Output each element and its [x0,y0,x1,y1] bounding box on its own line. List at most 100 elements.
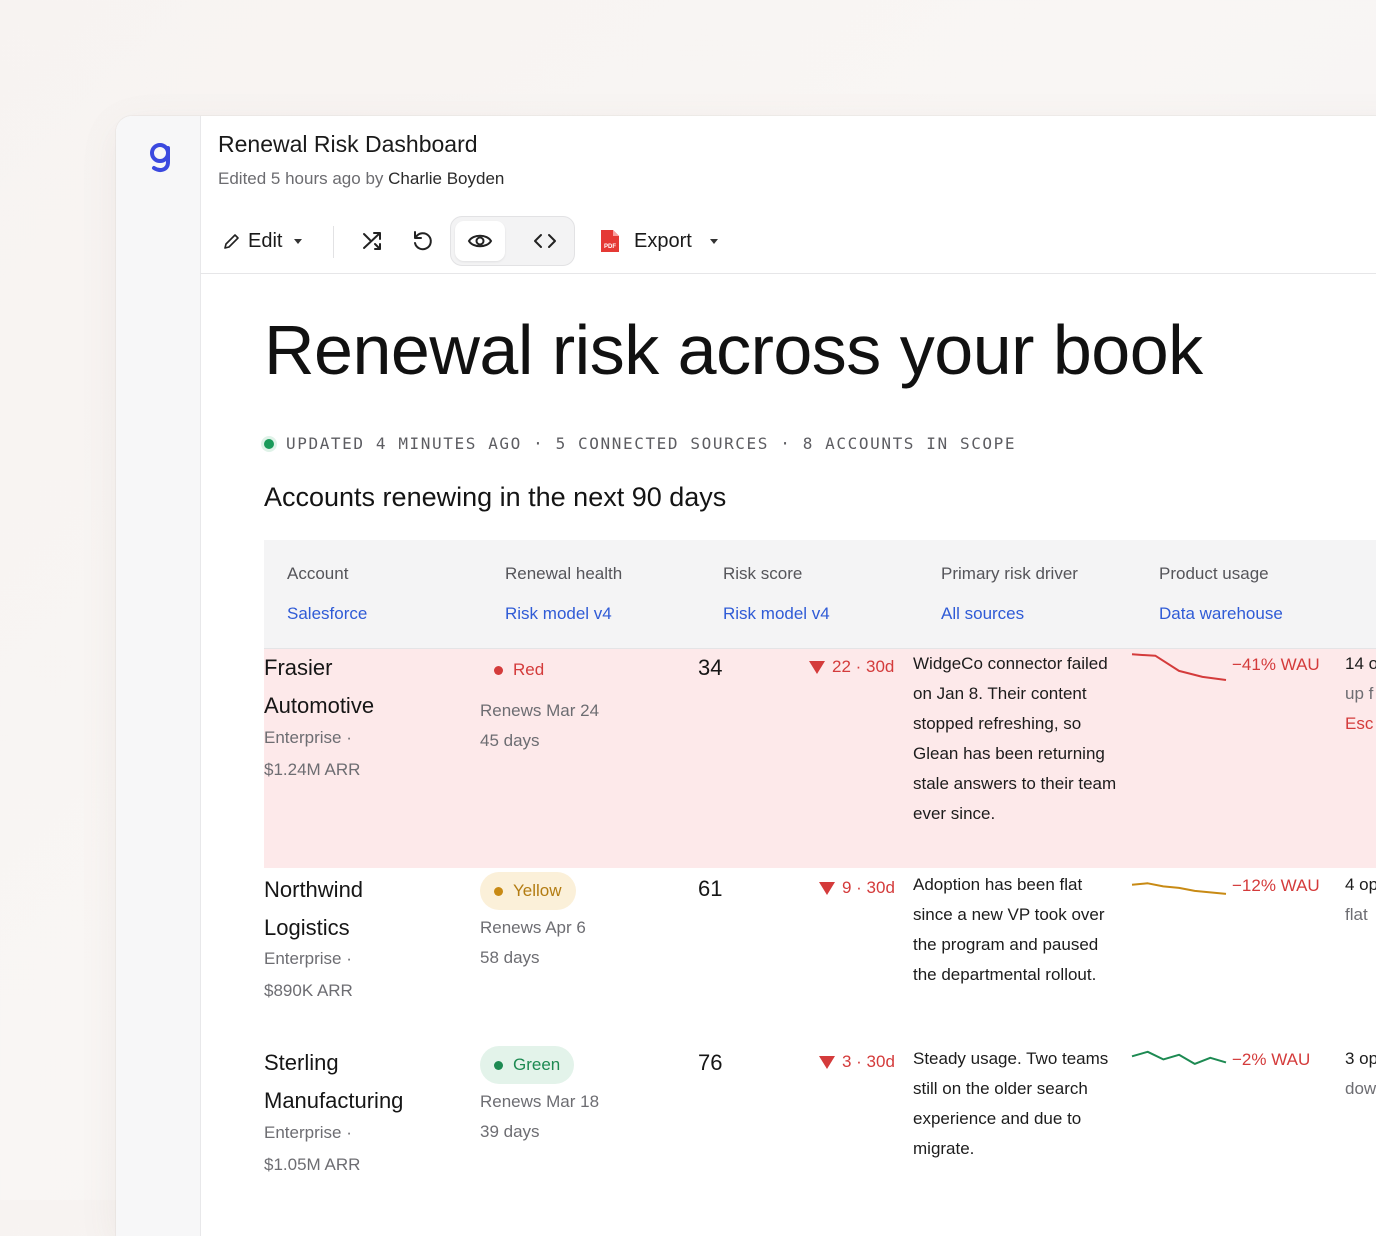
status-dot [494,665,503,675]
usage-sparkline [1131,1050,1227,1065]
usage-detail-line: 4 op [1345,875,1376,894]
column-source-link[interactable]: Data warehouse [1159,604,1283,624]
sparkline-path [1131,653,1227,681]
down-triangle-icon [819,1055,835,1069]
table-row[interactable]: Northwind Logistics Enterprise · $890K A… [264,869,1376,1041]
usage-sparkline [1131,653,1227,681]
table-row[interactable]: Sterling Manufacturing Enterprise · $1.0… [264,1042,1376,1202]
usage-sparkline [1131,882,1227,895]
risk-delta-value: 3 · 30d [842,1052,895,1071]
pdf-file-icon: PDF [601,230,619,252]
wau-change: −41% WAU [1232,655,1320,674]
health-badge: Green [480,1046,575,1084]
chevron-down-icon [709,238,718,244]
risk-delta: 22 · 30d [809,657,894,677]
page-title: Renewal risk across your book [264,311,1203,389]
account-arr: $890K ARR [264,981,353,1000]
left-rail [116,116,201,1236]
health-label: Green [513,1055,561,1074]
doc-title: Renewal Risk Dashboard [218,131,478,157]
account-arr: $1.24M ARR [264,760,361,779]
health-label: Red [513,660,545,679]
table-row[interactable]: Frasier Automotive Enterprise · $1.24M A… [264,649,1376,868]
doc-meta: Edited 5 hours ago by Charlie Boyden [218,169,504,189]
renewal-date: Renews Mar 18 [480,1092,600,1111]
risk-delta: 9 · 30d [819,878,895,898]
account-tier: Enterprise · [264,949,352,968]
column-header-primary-risk-driver: Primary risk driver All sources [941,564,1078,624]
risk-delta-value: 9 · 30d [842,878,895,897]
pencil-icon [224,234,239,249]
svg-text:PDF: PDF [604,244,616,250]
risk-delta: 3 · 30d [819,1052,895,1072]
column-label: Product usage [1159,564,1269,583]
usage-detail: 3 op dow [1345,1044,1376,1104]
account-name: Northwind [264,877,364,902]
usage-detail-line: 14 o [1345,654,1376,673]
column-source-link[interactable]: Risk model v4 [723,604,830,624]
preview-mode-button[interactable] [455,221,505,261]
account-name: Sterling [264,1050,339,1075]
table-header: Account Salesforce Renewal health Risk m… [264,540,1376,649]
sparkline-path [1131,882,1227,895]
risk-delta-value: 22 · 30d [832,657,895,676]
risk-driver-text: Adoption has been flat since a new VP to… [913,875,1105,984]
live-status-dot [264,438,274,449]
app-window: Renewal Risk Dashboard Edited 5 hours ag… [116,116,1376,1236]
health-badge: Red [480,651,558,689]
usage-detail-line: up f [1345,684,1374,703]
down-triangle-icon [819,881,835,895]
section-title: Accounts renewing in the next 90 days [264,482,727,512]
usage-detail-line: flat [1345,905,1368,924]
account-name: Manufacturing [264,1088,404,1113]
toolbar-divider [333,226,334,258]
days-to-renewal: 45 days [480,731,540,750]
author-link[interactable]: Charlie Boyden [388,169,504,188]
toolbar: Edit PDF Export [200,216,1376,274]
column-source-link[interactable]: Risk model v4 [505,604,622,624]
column-source-link[interactable]: Salesforce [287,604,367,624]
health-label: Yellow [513,881,562,900]
risk-driver-text: Steady usage. Two teams still on the old… [913,1049,1109,1158]
code-icon[interactable] [532,228,558,254]
usage-detail-line: 3 op [1345,1049,1376,1068]
export-button[interactable]: PDF Export [598,228,718,254]
column-header-risk-score: Risk score Risk model v4 [723,564,830,624]
column-header-product-usage: Product usage Data warehouse [1159,564,1283,624]
renewal-date: Renews Apr 6 [480,918,586,937]
health-badge: Yellow [480,872,576,910]
risk-driver-text: WidgeCo connector failed on Jan 8. Their… [913,654,1117,823]
view-mode-toggle [450,216,575,266]
column-header-account: Account Salesforce [287,564,367,624]
days-to-renewal: 58 days [480,948,540,967]
edit-label: Edit [248,229,283,252]
eye-icon [467,234,493,248]
status-text: UPDATED 4 MINUTES AGO · 5 CONNECTED SOUR… [286,434,1017,453]
down-triangle-icon [809,660,825,674]
days-to-renewal: 39 days [480,1122,540,1141]
risk-score: 76 [698,1050,723,1075]
undo-icon[interactable] [410,228,436,254]
edit-button[interactable]: Edit [222,228,303,254]
column-label: Renewal health [505,564,623,583]
status-dot [494,886,503,896]
wau-change: −12% WAU [1232,876,1320,895]
account-arr: $1.05M ARR [264,1155,361,1174]
edited-label: Edited 5 hours ago by [218,169,384,188]
account-name: Logistics [264,915,350,940]
sparkline-path [1131,1050,1227,1065]
column-label: Primary risk driver [941,564,1078,583]
status-dot [494,1060,503,1070]
escalation-link[interactable]: Esc [1345,709,1376,739]
renewal-date: Renews Mar 24 [480,701,600,720]
column-label: Risk score [723,564,803,583]
status-line: UPDATED 4 MINUTES AGO · 5 CONNECTED SOUR… [264,434,1016,453]
export-label: Export [634,229,692,252]
shuffle-icon[interactable] [360,228,386,254]
column-source-link[interactable]: All sources [941,604,1078,624]
account-tier: Enterprise · [264,1123,352,1142]
account-name: Automotive [264,693,375,718]
chevron-down-icon [294,238,303,244]
glean-logo-icon[interactable] [146,140,176,176]
account-tier: Enterprise · [264,728,352,747]
